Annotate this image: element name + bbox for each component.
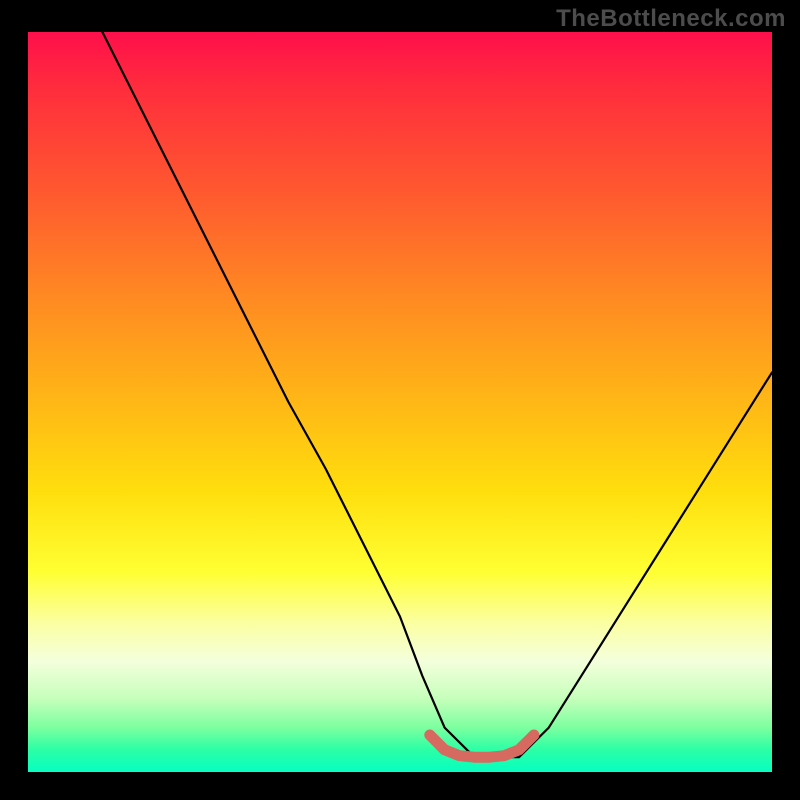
bottleneck-curve-path: [102, 32, 772, 757]
watermark-text: TheBottleneck.com: [556, 5, 786, 33]
plot-area: [28, 32, 772, 772]
chart-frame: TheBottleneck.com: [0, 0, 800, 800]
optimal-range-path: [430, 735, 534, 757]
curve-layer: [28, 32, 772, 772]
